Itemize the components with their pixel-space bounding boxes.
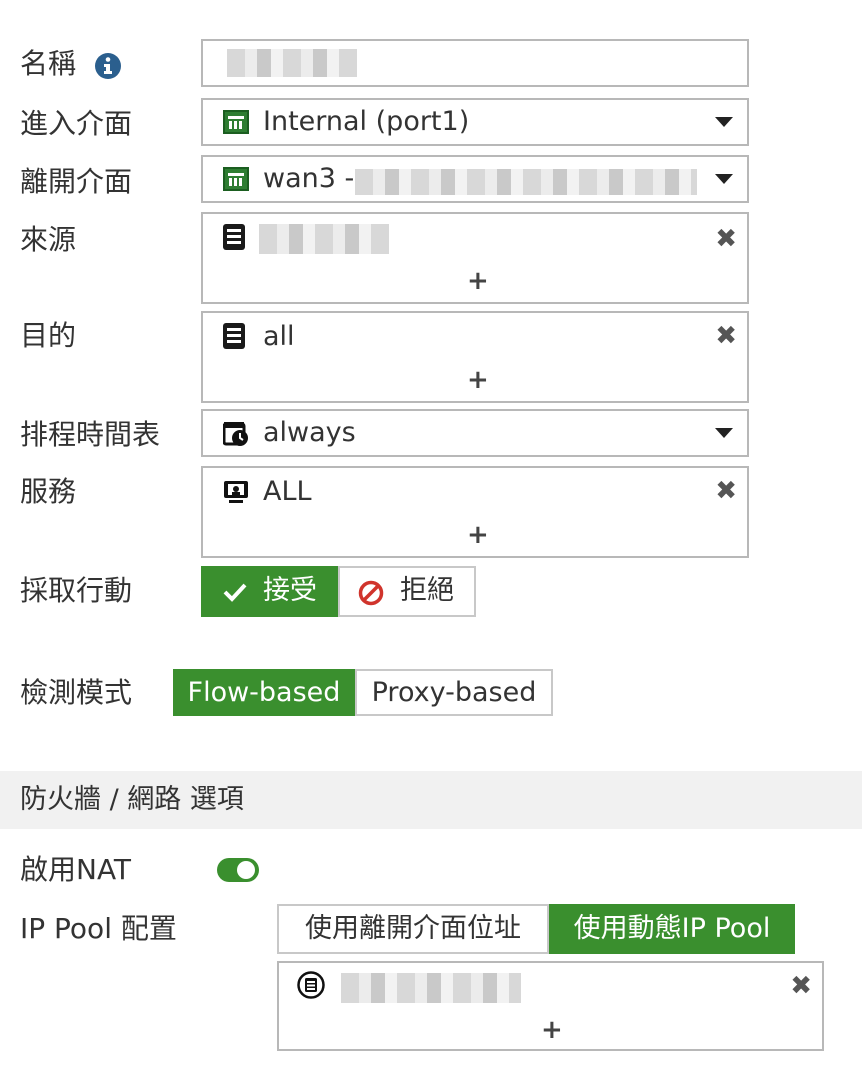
add-destination-button[interactable]: + bbox=[467, 365, 489, 395]
firewall-network-options-section: 防火牆 / 網路 選項 bbox=[0, 771, 862, 829]
ip-pool-label: IP Pool 配置 bbox=[20, 912, 177, 945]
destination-field[interactable]: all ✖ + bbox=[201, 311, 749, 403]
source-label: 來源 bbox=[20, 223, 77, 256]
action-deny-button[interactable]: 拒絕 bbox=[338, 566, 476, 617]
schedule-value: always bbox=[263, 417, 356, 448]
section-title: 防火牆 / 網路 選項 bbox=[20, 784, 244, 815]
redacted-source bbox=[259, 224, 389, 254]
ip-pool-icon bbox=[297, 971, 325, 999]
use-outgoing-interface-button[interactable]: 使用離開介面位址 bbox=[277, 904, 549, 954]
add-service-button[interactable]: + bbox=[467, 520, 489, 550]
remove-ip-pool-icon[interactable]: ✖ bbox=[790, 971, 812, 1001]
chevron-down-icon bbox=[715, 428, 733, 438]
chevron-down-icon bbox=[715, 174, 733, 184]
proxy-based-button[interactable]: Proxy-based bbox=[355, 669, 553, 716]
redacted-ip-pool bbox=[341, 973, 521, 1003]
flow-based-button[interactable]: Flow-based bbox=[173, 669, 355, 716]
service-field[interactable]: ALL ✖ + bbox=[201, 466, 749, 558]
deny-icon bbox=[358, 580, 384, 606]
name-label: 名稱 bbox=[20, 47, 77, 80]
ip-pool-field[interactable]: ✖ + bbox=[277, 961, 824, 1051]
nat-label: 啟用NAT bbox=[20, 853, 132, 886]
action-label: 採取行動 bbox=[20, 574, 133, 607]
destination-value: all bbox=[263, 321, 295, 352]
incoming-interface-label: 進入介面 bbox=[20, 107, 133, 140]
schedule-icon bbox=[223, 422, 248, 446]
info-icon[interactable] bbox=[94, 52, 122, 80]
service-value: ALL bbox=[263, 476, 312, 507]
schedule-label: 排程時間表 bbox=[20, 418, 161, 451]
nat-toggle[interactable] bbox=[217, 858, 259, 882]
source-field[interactable]: ✖ + bbox=[201, 212, 749, 304]
redacted-interface bbox=[355, 169, 697, 195]
inspection-mode-label: 檢測模式 bbox=[20, 676, 133, 709]
outgoing-interface-value: wan3 - bbox=[263, 163, 355, 194]
incoming-interface-select[interactable]: Internal (port1) bbox=[201, 98, 749, 146]
check-icon bbox=[223, 583, 247, 602]
remove-source-icon[interactable]: ✖ bbox=[715, 224, 737, 254]
name-input[interactable] bbox=[201, 39, 749, 87]
outgoing-interface-label: 離開介面 bbox=[20, 165, 133, 198]
address-icon bbox=[223, 323, 245, 349]
redacted-name bbox=[227, 49, 357, 77]
chevron-down-icon bbox=[715, 117, 733, 127]
destination-label: 目的 bbox=[20, 319, 77, 352]
add-source-button[interactable]: + bbox=[467, 266, 489, 296]
address-icon bbox=[223, 224, 245, 250]
interface-icon bbox=[223, 110, 249, 134]
outgoing-interface-select[interactable]: wan3 - bbox=[201, 155, 749, 203]
add-ip-pool-button[interactable]: + bbox=[541, 1015, 563, 1045]
service-icon bbox=[224, 481, 248, 503]
service-label: 服務 bbox=[20, 475, 77, 508]
schedule-select[interactable]: always bbox=[201, 409, 749, 457]
use-dynamic-ip-pool-button[interactable]: 使用動態IP Pool bbox=[549, 904, 795, 954]
remove-destination-icon[interactable]: ✖ bbox=[715, 321, 737, 351]
incoming-interface-value: Internal (port1) bbox=[263, 106, 470, 137]
action-accept-button[interactable]: 接受 bbox=[201, 566, 338, 617]
remove-service-icon[interactable]: ✖ bbox=[715, 476, 737, 506]
interface-icon bbox=[223, 167, 249, 191]
